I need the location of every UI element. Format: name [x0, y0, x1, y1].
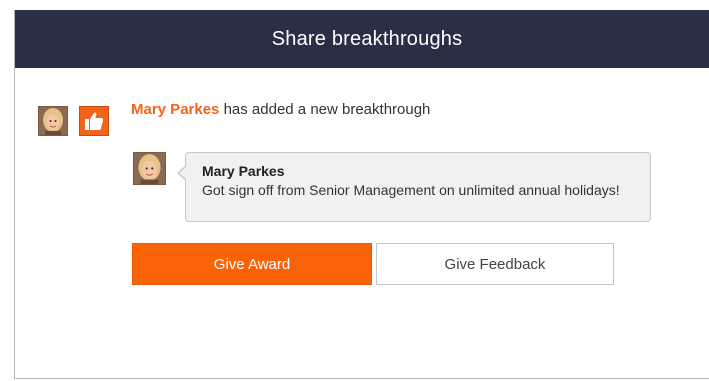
activity-text: has added a new breakthrough — [219, 101, 431, 118]
thumbs-up-icon — [79, 106, 109, 136]
give-award-button[interactable]: Give Award — [132, 243, 372, 285]
share-breakthroughs-dialog: Share breakthroughs Mary Parkes has adde… — [14, 10, 709, 379]
user-photo-icon — [39, 107, 67, 135]
give-feedback-button[interactable]: Give Feedback — [376, 243, 614, 285]
dialog-header: Share breakthroughs — [15, 10, 709, 68]
actor-name-link[interactable]: Mary Parkes — [131, 101, 219, 118]
user-photo-icon — [134, 153, 165, 184]
avatar[interactable] — [38, 106, 68, 136]
activity-headline: Mary Parkes has added a new breakthrough — [131, 101, 430, 118]
post-author-avatar[interactable] — [133, 152, 166, 185]
breakthrough-post: Mary Parkes Got sign off from Senior Man… — [177, 152, 651, 222]
post-text: Got sign off from Senior Management on u… — [202, 182, 620, 198]
dialog-title: Share breakthroughs — [271, 27, 463, 50]
post-author-name: Mary Parkes — [202, 163, 285, 179]
